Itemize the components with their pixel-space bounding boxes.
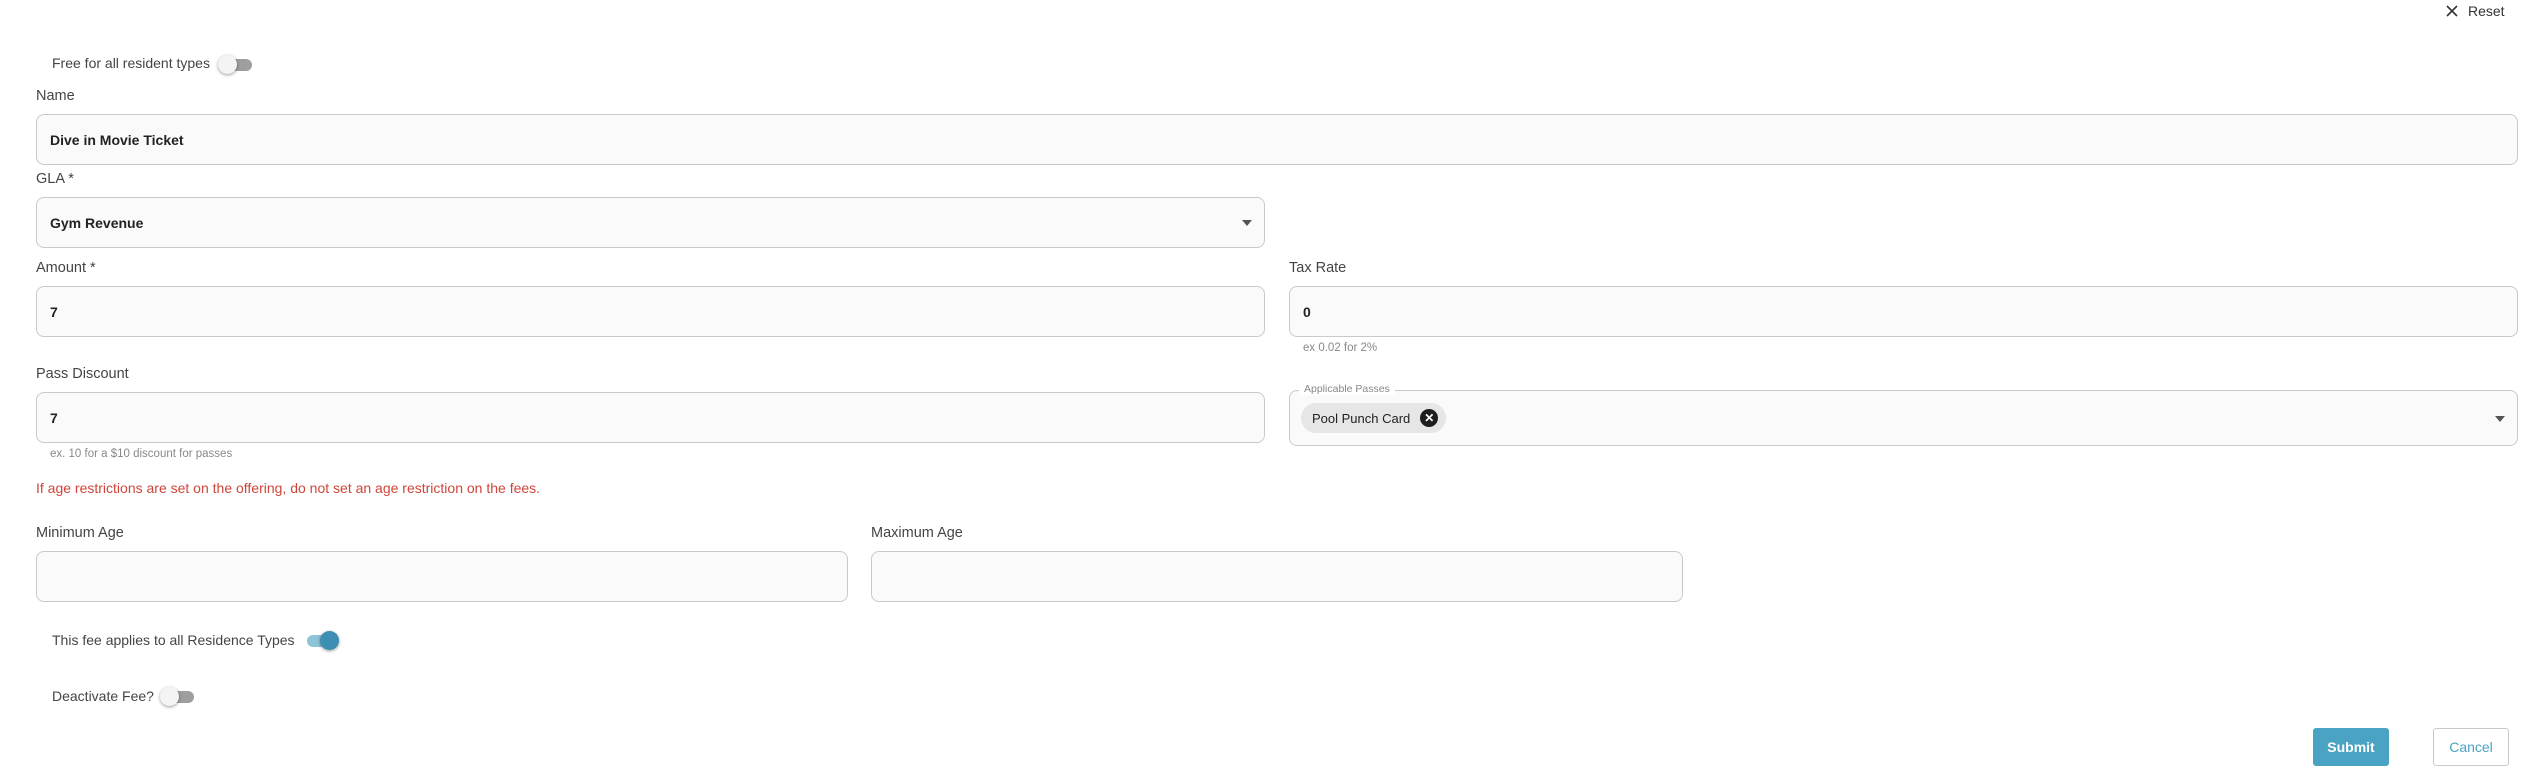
- free-toggle-label: Free for all resident types: [52, 55, 210, 71]
- tax-rate-value: 0: [1303, 303, 1311, 320]
- caret-down-icon: [2495, 416, 2505, 422]
- gla-select[interactable]: Gym Revenue: [36, 197, 1265, 248]
- reset-label: Reset: [2468, 3, 2505, 19]
- switch-thumb: [320, 631, 339, 650]
- name-value: Dive in Movie Ticket: [50, 131, 184, 148]
- pass-chip-label: Pool Punch Card: [1312, 410, 1411, 426]
- age-warning-text: If age restrictions are set on the offer…: [36, 480, 541, 496]
- max-age-label: Maximum Age: [871, 525, 963, 541]
- max-age-field[interactable]: [871, 551, 1683, 602]
- tax-rate-helper: ex 0.02 for 2%: [1303, 342, 1378, 354]
- tax-rate-field[interactable]: 0: [1289, 286, 2518, 337]
- switch-thumb: [160, 687, 179, 706]
- pass-chip: Pool Punch Card ✕: [1301, 403, 1447, 433]
- gla-value: Gym Revenue: [50, 214, 144, 231]
- min-age-label: Minimum Age: [36, 525, 124, 541]
- caret-down-icon: [1242, 220, 1252, 226]
- residence-types-switch[interactable]: [303, 630, 339, 650]
- deactivate-toggle-label: Deactivate Fee?: [52, 688, 154, 704]
- residence-toggle-label: This fee applies to all Residence Types: [52, 632, 295, 648]
- amount-label: Amount *: [36, 260, 96, 276]
- switch-thumb: [218, 55, 237, 74]
- pass-discount-value: 7: [50, 409, 58, 426]
- free-for-all-switch[interactable]: [218, 54, 254, 74]
- submit-button[interactable]: Submit: [2313, 728, 2389, 766]
- pass-discount-label: Pass Discount: [36, 366, 129, 382]
- gla-label: GLA *: [36, 171, 74, 187]
- amount-field[interactable]: 7: [36, 286, 1265, 337]
- min-age-field[interactable]: [36, 551, 848, 602]
- deactivate-fee-switch[interactable]: [160, 686, 196, 706]
- cancel-circle-icon[interactable]: ✕: [1420, 409, 1439, 427]
- pass-discount-helper: ex. 10 for a $10 discount for passes: [50, 448, 233, 460]
- close-icon: [2445, 4, 2459, 18]
- cancel-button[interactable]: Cancel: [2433, 728, 2509, 766]
- tax-rate-label: Tax Rate: [1289, 260, 1347, 276]
- applicable-passes-select[interactable]: [1289, 390, 2518, 446]
- pass-discount-field[interactable]: 7: [36, 392, 1265, 443]
- applicable-passes-label: Applicable Passes: [1299, 383, 1395, 395]
- name-field[interactable]: Dive in Movie Ticket: [36, 114, 2518, 165]
- reset-button[interactable]: Reset: [2445, 0, 2505, 22]
- name-label: Name: [36, 88, 75, 104]
- amount-value: 7: [50, 303, 58, 320]
